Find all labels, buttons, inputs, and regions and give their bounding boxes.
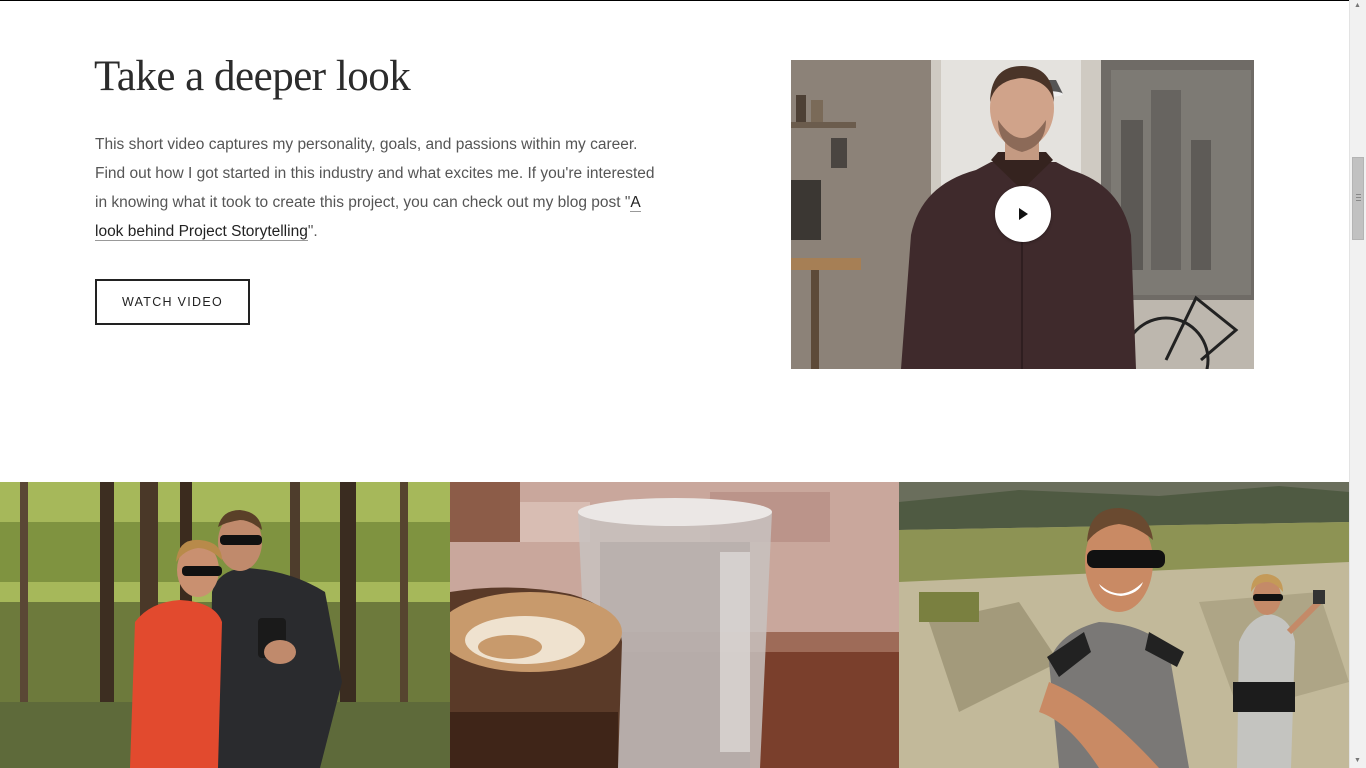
scroll-up-arrow-icon[interactable]: ▲ — [1354, 2, 1361, 10]
mountain-selfie-photo[interactable] — [899, 482, 1349, 768]
latte-and-water-photo[interactable] — [450, 482, 899, 768]
play-icon — [1019, 208, 1028, 220]
photo-gallery — [0, 482, 1349, 768]
section-description: This short video captures my personality… — [95, 130, 655, 246]
scroll-down-arrow-icon[interactable]: ▼ — [1354, 757, 1361, 765]
vertical-scrollbar[interactable]: ▲ ▼ — [1349, 0, 1366, 768]
description-end: ". — [307, 223, 318, 240]
description-text: This short video captures my personality… — [95, 136, 655, 211]
thumb-grip-line — [1356, 200, 1361, 201]
section-heading: Take a deeper look — [94, 53, 411, 100]
watch-video-button[interactable]: WATCH VIDEO — [95, 279, 250, 325]
scrollbar-thumb[interactable] — [1352, 157, 1364, 240]
thumb-grip-line — [1356, 194, 1361, 195]
hiking-couple-forest-photo[interactable] — [0, 482, 450, 768]
play-button[interactable] — [995, 186, 1051, 242]
thumb-grip-line — [1356, 197, 1361, 198]
video-thumbnail[interactable] — [791, 60, 1254, 369]
